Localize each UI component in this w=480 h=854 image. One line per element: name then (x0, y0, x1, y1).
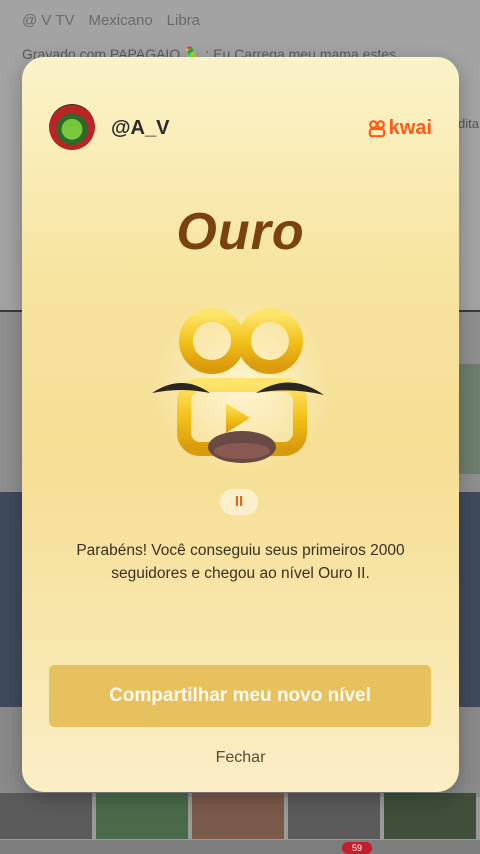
thumbnail (288, 793, 380, 839)
background-meta-item: Libra (166, 12, 201, 29)
kwai-gold-badge-icon (152, 297, 332, 477)
notification-badge: 59 (342, 842, 372, 854)
congratulations-message: Parabéns! Você conseguiu seus primeiros … (76, 542, 405, 582)
share-level-button[interactable]: Compartilhar meu novo nível (49, 665, 431, 727)
background-meta-item: Mexicano (88, 12, 153, 29)
thumbnail (0, 793, 92, 839)
background-side-text: dita (458, 116, 479, 131)
background-thumbnails (0, 793, 480, 839)
background-meta: @ V TV Mexicano Libra (22, 12, 200, 29)
level-pill: II (220, 489, 258, 515)
thumbnail (384, 793, 476, 839)
background-tile (458, 364, 480, 474)
thumbnail (96, 793, 188, 839)
avatar[interactable] (49, 104, 95, 150)
close-button[interactable]: Fechar (22, 749, 459, 767)
level-title: Ouro (176, 203, 305, 261)
brand-name: kwai (388, 117, 432, 139)
background-meta-item: @ V TV (22, 12, 75, 29)
kwai-logo-icon (368, 119, 385, 137)
username: @A_V (111, 117, 170, 139)
brand: kwai (368, 117, 432, 140)
bottom-nav (0, 840, 480, 854)
thumbnail (192, 793, 284, 839)
level-up-dialog: @A_V kwai Ouro II Parabéns! Você consegu… (22, 57, 459, 792)
